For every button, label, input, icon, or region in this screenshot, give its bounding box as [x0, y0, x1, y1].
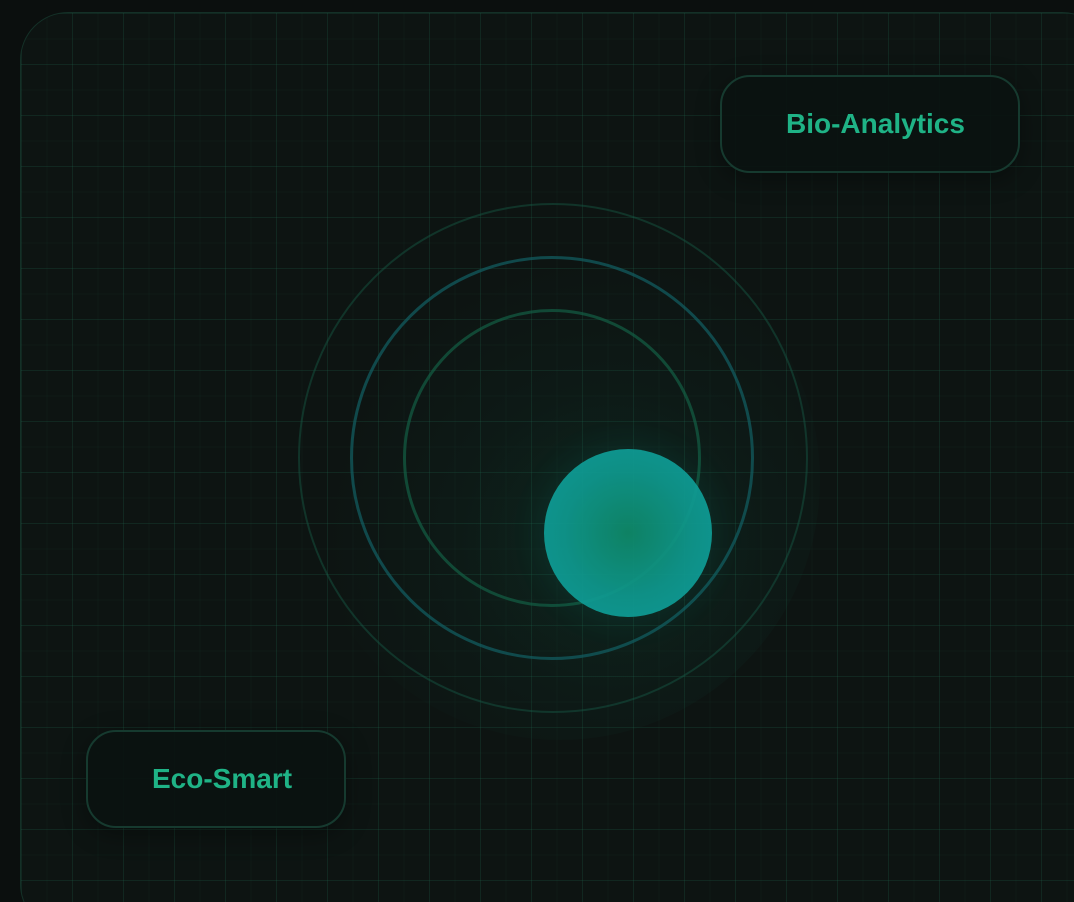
bio-analytics-label: Bio-Analytics	[786, 108, 965, 139]
orbiting-sphere	[544, 449, 712, 617]
bio-analytics-badge[interactable]: Bio-Analytics	[720, 75, 1020, 173]
app-canvas: Bio-Analytics Eco-Smart	[0, 0, 1074, 902]
eco-smart-label: Eco-Smart	[152, 763, 293, 794]
eco-smart-badge[interactable]: Eco-Smart	[86, 730, 346, 828]
